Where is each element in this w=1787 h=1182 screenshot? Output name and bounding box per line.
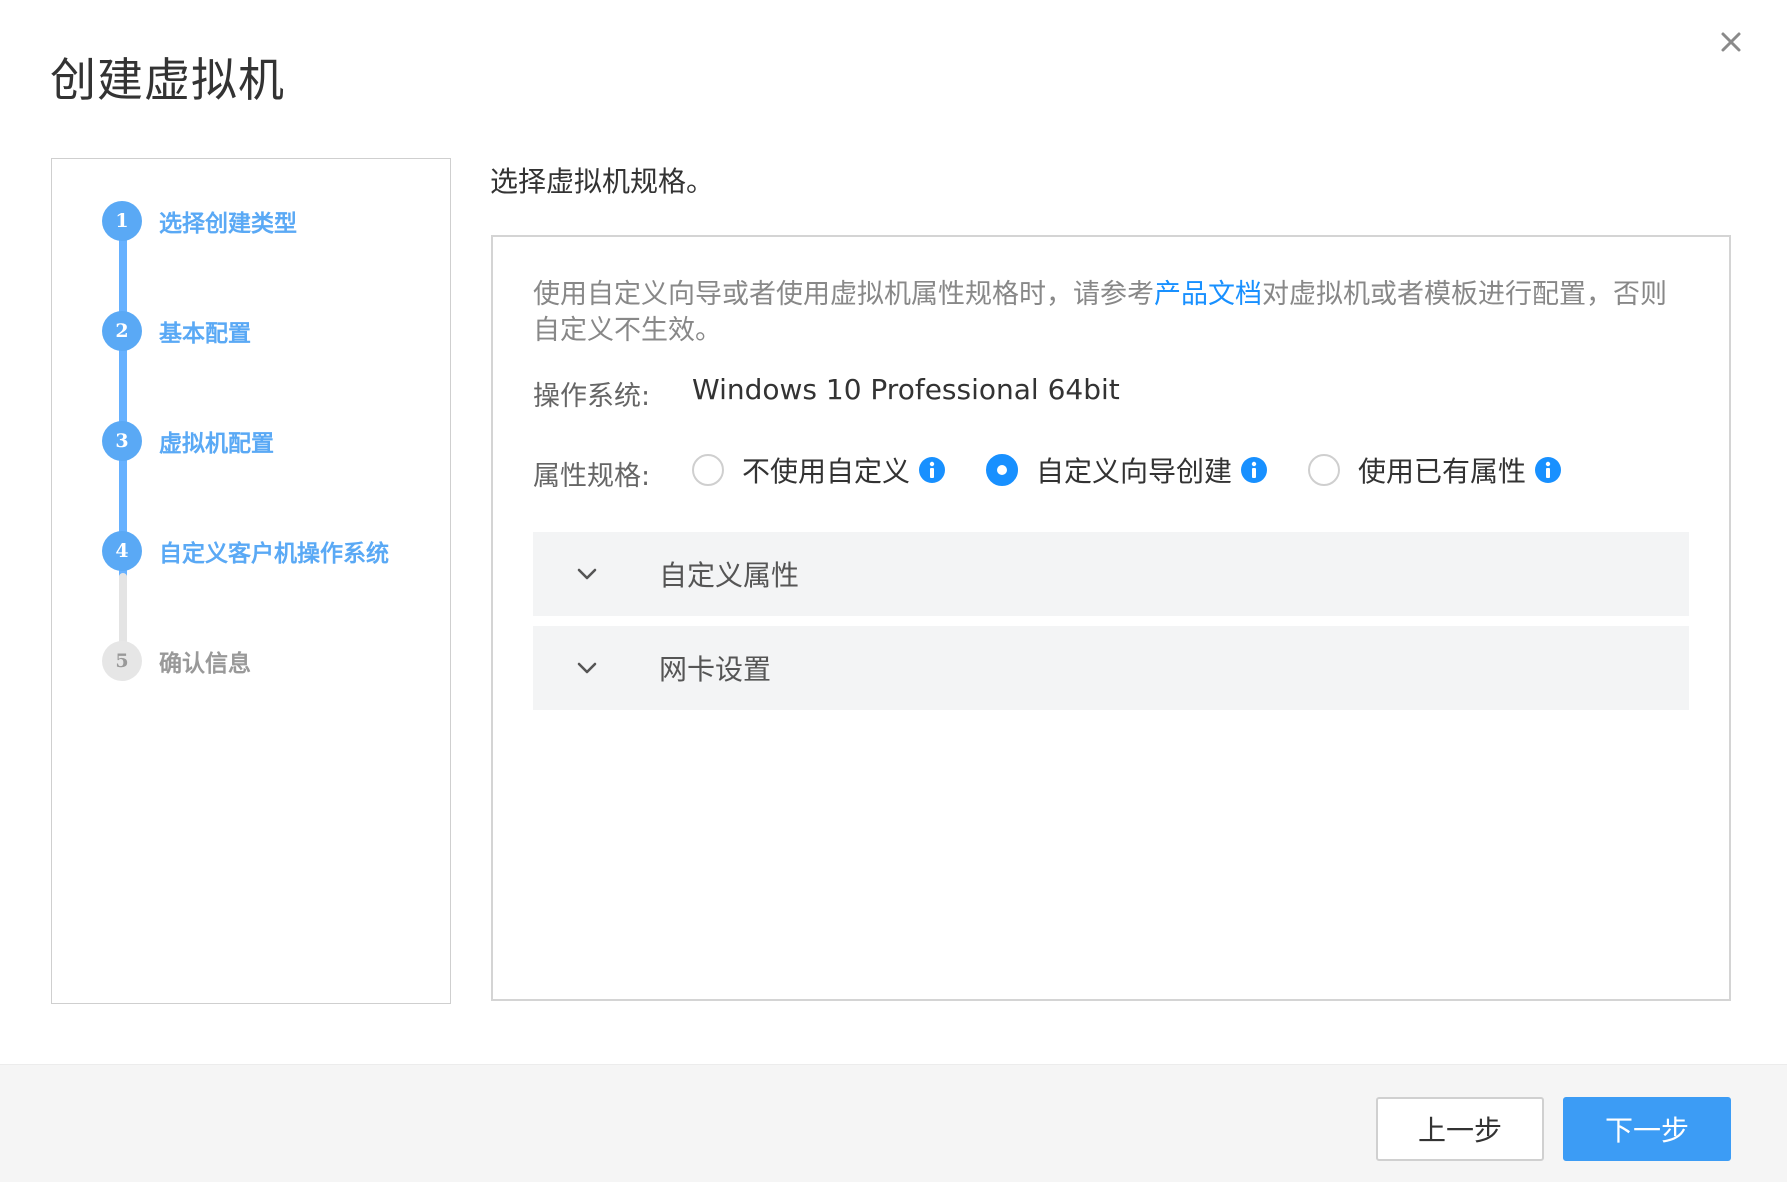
chevron-down-icon	[573, 654, 601, 682]
close-icon	[1721, 32, 1741, 52]
os-value: Windows 10 Professional 64bit	[692, 373, 1120, 406]
product-doc-link[interactable]: 产品文档	[1154, 279, 1262, 310]
radio-existing-spec[interactable]: 使用已有属性	[1308, 450, 1562, 490]
section-title: 选择虚拟机规格。	[490, 165, 715, 198]
info-icon[interactable]	[1534, 456, 1562, 484]
spec-label: 属性规格:	[533, 461, 651, 492]
close-button[interactable]	[1711, 22, 1751, 62]
step-number: 3	[102, 421, 142, 461]
create-vm-dialog: 创建虚拟机 1 选择创建类型 2 基本配置 3 虚拟机配置 4 自定义客户机操作…	[0, 0, 1787, 1182]
collapse-nic-settings[interactable]: 网卡设置	[533, 626, 1689, 710]
radio-label: 不使用自定义	[742, 455, 911, 488]
radio-circle-checked[interactable]	[986, 454, 1019, 486]
step-vm-config[interactable]: 3 虚拟机配置	[102, 421, 274, 461]
step-custom-guest-os[interactable]: 4 自定义客户机操作系统	[102, 531, 389, 571]
collapse-custom-attributes[interactable]: 自定义属性	[533, 532, 1689, 616]
steps-panel: 1 选择创建类型 2 基本配置 3 虚拟机配置 4 自定义客户机操作系统 5 确…	[51, 158, 451, 1004]
radio-label: 使用已有属性	[1358, 455, 1527, 488]
dialog-footer: 上一步 下一步	[0, 1064, 1787, 1182]
step-number: 5	[102, 641, 142, 681]
os-label: 操作系统:	[533, 381, 651, 412]
previous-button[interactable]: 上一步	[1376, 1097, 1544, 1161]
info-icon[interactable]	[1240, 456, 1268, 484]
step-label: 选择创建类型	[159, 211, 297, 237]
radio-circle[interactable]	[692, 454, 724, 486]
collapse-label: 自定义属性	[659, 559, 800, 592]
radio-circle[interactable]	[1308, 454, 1341, 486]
step-number: 1	[102, 201, 142, 241]
description: 使用自定义向导或者使用虚拟机属性规格时，请参考产品文档对虚拟机或者模板进行配置，…	[533, 277, 1683, 349]
step-confirm: 5 确认信息	[102, 641, 251, 681]
step-label: 虚拟机配置	[159, 431, 274, 457]
radio-custom-wizard[interactable]: 自定义向导创建	[986, 450, 1268, 490]
step-label: 基本配置	[159, 321, 251, 347]
step-number: 2	[102, 311, 142, 351]
step-label: 自定义客户机操作系统	[159, 541, 389, 567]
info-icon[interactable]	[918, 456, 946, 484]
spec-radio-group: 不使用自定义 自定义向导创建 使用已有属性	[692, 450, 1602, 490]
collapse-label: 网卡设置	[659, 653, 772, 686]
step-basic-config[interactable]: 2 基本配置	[102, 311, 251, 351]
step-label: 确认信息	[159, 651, 251, 677]
chevron-down-icon	[573, 560, 601, 588]
dialog-title: 创建虚拟机	[50, 53, 285, 107]
radio-label: 自定义向导创建	[1036, 455, 1233, 488]
description-prefix: 使用自定义向导或者使用虚拟机属性规格时，请参考	[533, 279, 1154, 310]
steps-progress-line	[119, 219, 127, 579]
spec-panel: 使用自定义向导或者使用虚拟机属性规格时，请参考产品文档对虚拟机或者模板进行配置，…	[491, 235, 1731, 1001]
step-select-type[interactable]: 1 选择创建类型	[102, 201, 297, 241]
step-number: 4	[102, 531, 142, 571]
next-button[interactable]: 下一步	[1563, 1097, 1731, 1161]
radio-no-custom[interactable]: 不使用自定义	[692, 450, 946, 490]
